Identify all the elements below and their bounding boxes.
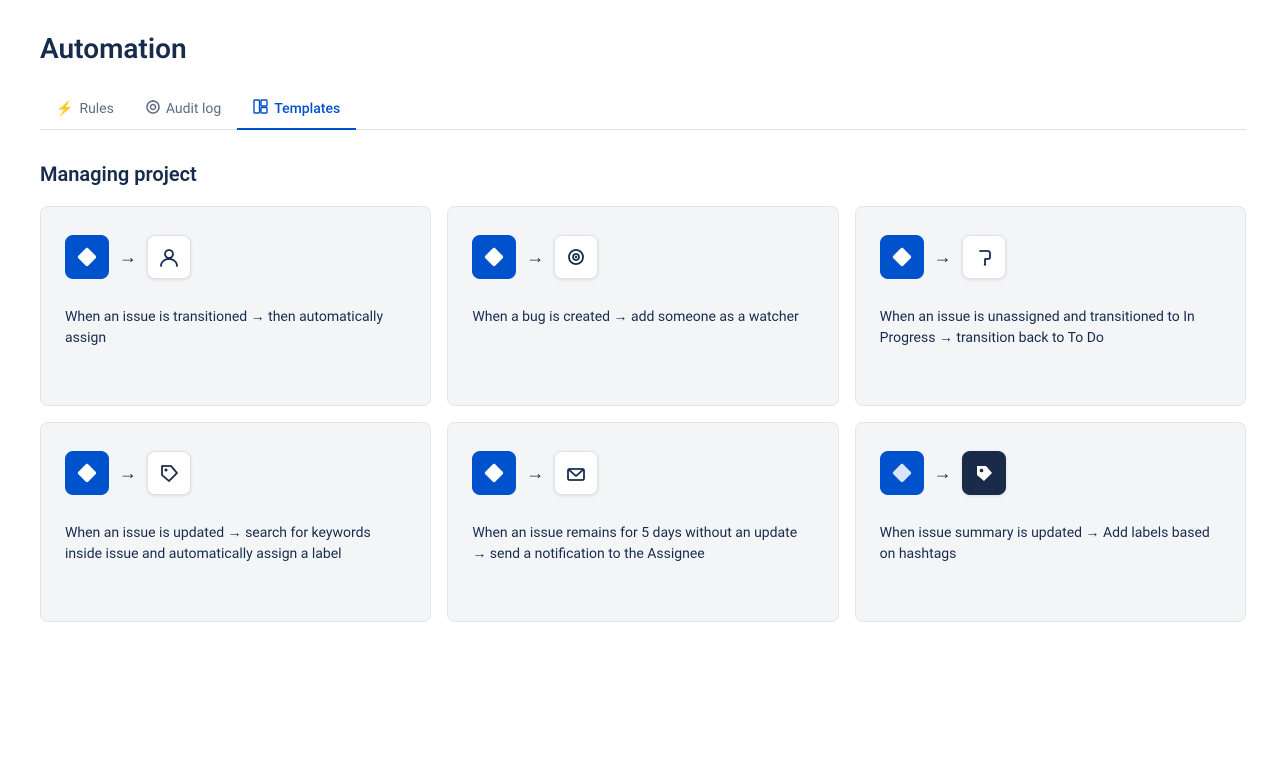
arrow-icon-1: → xyxy=(119,247,137,268)
card-description-2: When a bug is created → add someone as a… xyxy=(472,307,813,328)
trigger-icon-6 xyxy=(880,451,924,495)
arrow-icon-5: → xyxy=(526,463,544,484)
card-icons-2: → xyxy=(472,235,813,279)
action-icon-4 xyxy=(147,451,191,495)
card-icons-4: → xyxy=(65,451,406,495)
templates-icon xyxy=(253,99,268,118)
cards-grid: → When an issue is transitioned → then a… xyxy=(40,206,1246,622)
arrow-icon-6: → xyxy=(934,463,952,484)
template-card-1[interactable]: → When an issue is transitioned → then a… xyxy=(40,206,431,406)
arrow-icon-4: → xyxy=(119,463,137,484)
template-card-6[interactable]: → When issue summary is updated → Add la… xyxy=(855,422,1246,622)
trigger-icon-2 xyxy=(472,235,516,279)
card-description-5: When an issue remains for 5 days without… xyxy=(472,523,813,565)
template-card-5[interactable]: → When an issue remains for 5 days witho… xyxy=(447,422,838,622)
tab-bar: ⚡ Rules Audit log Templates xyxy=(40,89,1246,130)
tab-templates[interactable]: Templates xyxy=(237,89,356,130)
card-description-6: When issue summary is updated → Add labe… xyxy=(880,523,1221,565)
template-card-4[interactable]: → When an issue is updated → search for … xyxy=(40,422,431,622)
action-icon-6 xyxy=(962,451,1006,495)
template-card-2[interactable]: → When a bug is created → add someone as… xyxy=(447,206,838,406)
card-description-3: When an issue is unassigned and transiti… xyxy=(880,307,1221,349)
card-icons-6: → xyxy=(880,451,1221,495)
template-card-3[interactable]: → When an issue is unassigned and transi… xyxy=(855,206,1246,406)
card-icons-3: → xyxy=(880,235,1221,279)
arrow-icon-2: → xyxy=(526,247,544,268)
card-description-1: When an issue is transitioned → then aut… xyxy=(65,307,406,349)
action-icon-3 xyxy=(962,235,1006,279)
arrow-icon-3: → xyxy=(934,247,952,268)
trigger-icon-4 xyxy=(65,451,109,495)
tab-rules[interactable]: ⚡ Rules xyxy=(40,91,130,129)
audit-log-icon xyxy=(146,100,160,118)
action-icon-2 xyxy=(554,235,598,279)
page-title: Automation xyxy=(40,32,1246,65)
action-icon-1 xyxy=(147,235,191,279)
trigger-icon-5 xyxy=(472,451,516,495)
rules-icon: ⚡ xyxy=(56,101,73,117)
section-title: Managing project xyxy=(40,162,1246,186)
tab-audit-log[interactable]: Audit log xyxy=(130,90,237,130)
trigger-icon-1 xyxy=(65,235,109,279)
card-description-4: When an issue is updated → search for ke… xyxy=(65,523,406,565)
card-icons-5: → xyxy=(472,451,813,495)
card-icons-1: → xyxy=(65,235,406,279)
action-icon-5 xyxy=(554,451,598,495)
trigger-icon-3 xyxy=(880,235,924,279)
page-container: Automation ⚡ Rules Audit log xyxy=(0,0,1286,662)
